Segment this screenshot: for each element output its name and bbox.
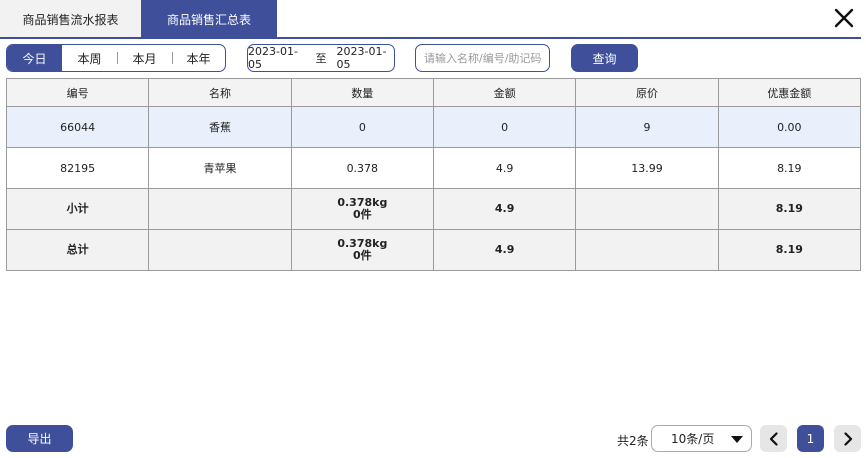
- cell-amount: 0: [432, 106, 577, 148]
- page-size-select[interactable]: 10条/页: [651, 425, 752, 452]
- subtotal-quantity-pieces: 0件: [352, 208, 372, 221]
- period-selector: 今日 本周 本月 本年: [6, 44, 226, 72]
- total-count: 共2条: [617, 434, 649, 448]
- page-button-current[interactable]: 1: [797, 425, 824, 452]
- total-label: 总计: [5, 229, 150, 271]
- tab-sales-summary[interactable]: 商品销售汇总表: [141, 0, 277, 38]
- col-header-code: 编号: [5, 78, 150, 107]
- table-row[interactable]: 66044 香蕉 0 0 9 0.00: [5, 106, 862, 148]
- period-this-year[interactable]: 本年: [172, 45, 225, 71]
- total-name: [148, 229, 292, 271]
- next-page-button[interactable]: [834, 425, 861, 452]
- period-this-week[interactable]: 本周: [62, 45, 117, 71]
- chevron-left-icon: [769, 431, 778, 446]
- date-end: 2023-01-05: [336, 45, 387, 71]
- cell-amount: 4.9: [432, 147, 577, 189]
- cell-discount: 0.00: [717, 106, 862, 148]
- sales-summary-table: 编号 名称 数量 金额 原价 优惠金额 66044 香蕉 0 0 9 0.00 …: [5, 78, 862, 271]
- date-separator: 至: [315, 52, 327, 65]
- search-input[interactable]: [415, 44, 550, 72]
- period-this-month[interactable]: 本月: [117, 45, 172, 71]
- caret-down-icon: [731, 436, 743, 443]
- period-today[interactable]: 今日: [7, 45, 62, 71]
- query-button[interactable]: 查询: [571, 44, 638, 72]
- subtotal-name: [148, 188, 292, 230]
- date-start: 2023-01-05: [248, 45, 298, 71]
- page-size-value: 10条/页: [671, 432, 715, 446]
- close-icon[interactable]: [832, 6, 856, 30]
- total-quantity-pieces: 0件: [352, 249, 372, 262]
- cell-original-price: 13.99: [575, 147, 719, 189]
- total-price: [575, 229, 719, 271]
- col-header-original-price: 原价: [575, 78, 719, 107]
- table-header-row: 编号 名称 数量 金额 原价 优惠金额: [5, 78, 862, 107]
- total-row: 总计 0.378kg 0件 4.9 8.19: [5, 229, 862, 271]
- tab-sales-flow-report[interactable]: 商品销售流水报表: [0, 0, 141, 38]
- subtotal-row: 小计 0.378kg 0件 4.9 8.19: [5, 188, 862, 230]
- total-amount: 4.9: [432, 229, 577, 271]
- cell-quantity: 0.378: [290, 147, 434, 189]
- col-header-amount: 金额: [432, 78, 577, 107]
- table-row[interactable]: 82195 青苹果 0.378 4.9 13.99 8.19: [5, 147, 862, 189]
- subtotal-price: [575, 188, 719, 230]
- total-discount: 8.19: [717, 229, 862, 271]
- subtotal-label: 小计: [5, 188, 150, 230]
- tab-bar: 商品销售流水报表 商品销售汇总表: [0, 0, 277, 38]
- col-header-quantity: 数量: [290, 78, 434, 107]
- subtotal-amount: 4.9: [432, 188, 577, 230]
- cell-name: 青苹果: [148, 147, 292, 189]
- total-quantity: 0.378kg 0件: [290, 229, 434, 271]
- col-header-name: 名称: [148, 78, 292, 107]
- cell-code: 82195: [5, 147, 150, 189]
- cell-quantity: 0: [290, 106, 434, 148]
- cell-name: 香蕉: [148, 106, 292, 148]
- cell-original-price: 9: [575, 106, 719, 148]
- subtotal-quantity: 0.378kg 0件: [290, 188, 434, 230]
- subtotal-discount: 8.19: [717, 188, 862, 230]
- export-button[interactable]: 导出: [6, 425, 73, 452]
- prev-page-button[interactable]: [760, 425, 787, 452]
- col-header-discount: 优惠金额: [717, 78, 862, 107]
- tab-underline: [0, 37, 861, 39]
- cell-discount: 8.19: [717, 147, 862, 189]
- date-range-picker[interactable]: 2023-01-05 至 2023-01-05: [247, 44, 395, 72]
- cell-code: 66044: [5, 106, 150, 148]
- chevron-right-icon: [843, 431, 852, 446]
